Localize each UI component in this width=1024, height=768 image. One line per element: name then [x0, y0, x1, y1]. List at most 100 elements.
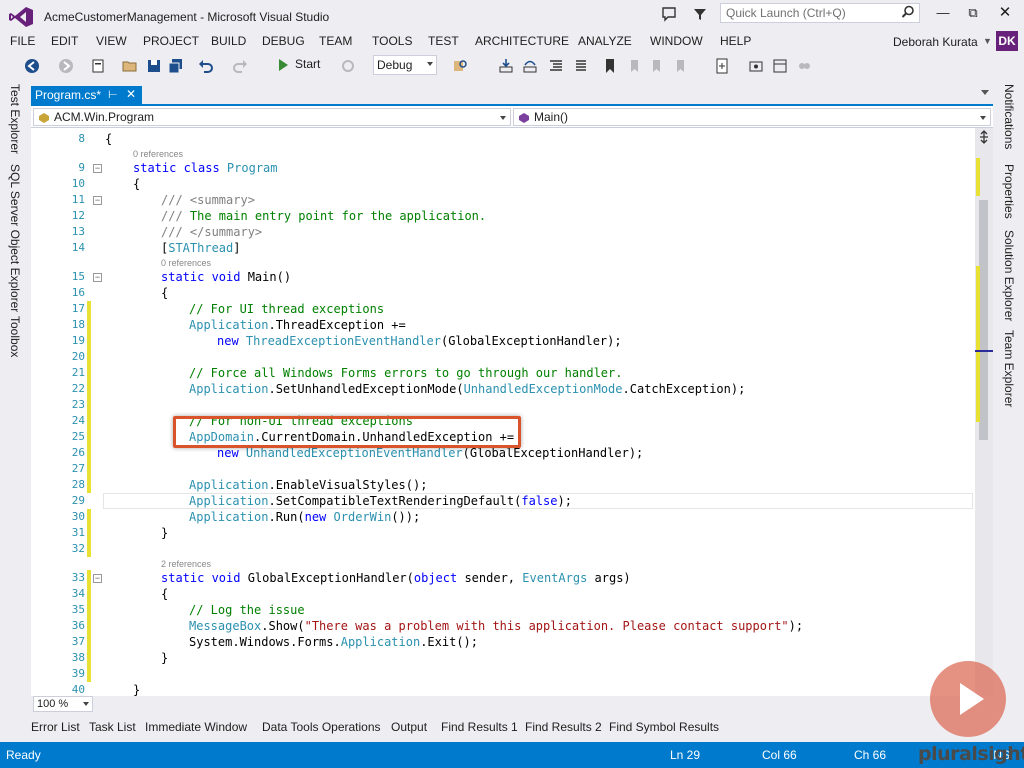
solution-configuration-select[interactable]: Debug	[373, 55, 437, 75]
restore-icon[interactable]: ⧉	[962, 4, 984, 22]
search-icon[interactable]	[901, 5, 915, 19]
next-bookmark-folder-icon[interactable]	[672, 58, 688, 74]
find-icon[interactable]	[452, 58, 468, 74]
change-marker	[976, 266, 980, 422]
user-name[interactable]: Deborah Kurata	[893, 35, 978, 49]
menu-file[interactable]: FILE	[10, 34, 35, 48]
class-dropdown[interactable]: ACM.Win.Program	[33, 108, 511, 126]
menu-help[interactable]: HELP	[720, 34, 751, 48]
tab-immediate-window[interactable]: Immediate Window	[145, 720, 247, 734]
split-icon[interactable]	[977, 130, 991, 144]
tab-find-symbol-results[interactable]: Find Symbol Results	[609, 720, 719, 734]
user-dropdown-icon[interactable]: ▼	[983, 36, 992, 46]
tab-error-list[interactable]: Error List	[31, 720, 80, 734]
document-outline-icon[interactable]	[714, 58, 730, 74]
close-tab-icon[interactable]: ✕	[126, 87, 136, 101]
menu-window[interactable]: WINDOW	[650, 34, 703, 48]
code-lens-references[interactable]: 2 references	[161, 559, 211, 569]
tab-program-cs[interactable]: Program.cs* ⊢ ✕	[31, 86, 142, 104]
avatar[interactable]: DK	[996, 31, 1018, 51]
prev-bookmark-icon[interactable]	[626, 58, 642, 74]
tab-toolbox[interactable]: Toolbox	[8, 316, 22, 357]
menu-bar: FILE EDIT VIEW PROJECT BUILD DEBUG TEAM …	[0, 32, 1024, 52]
feedback-icon[interactable]	[660, 5, 678, 23]
menu-debug[interactable]: DEBUG	[262, 34, 305, 48]
line-number: 25	[71, 430, 85, 443]
pin-icon[interactable]: ⊢	[108, 88, 118, 101]
tab-data-tools-operations[interactable]: Data Tools Operations	[262, 720, 381, 734]
tab-team-explorer[interactable]: Team Explorer	[1002, 330, 1016, 407]
tab-notifications[interactable]: Notifications	[1002, 84, 1016, 149]
redo-icon[interactable]	[232, 58, 248, 74]
format-document-icon[interactable]	[548, 58, 564, 74]
save-icon[interactable]	[146, 58, 162, 74]
tab-test-explorer[interactable]: Test Explorer	[8, 84, 22, 154]
tab-sql-server-object-explorer[interactable]: SQL Server Object Explorer	[8, 164, 22, 312]
code-lens-references[interactable]: 0 references	[161, 258, 211, 268]
extensions-icon[interactable]	[796, 58, 812, 74]
collapse-icon[interactable]: −	[93, 273, 102, 282]
step-into-icon[interactable]	[498, 58, 514, 74]
quick-launch-input[interactable]: Quick Launch (Ctrl+Q)	[720, 3, 920, 23]
open-folder-icon[interactable]	[122, 58, 138, 74]
menu-team[interactable]: TEAM	[319, 34, 352, 48]
step-over-icon[interactable]	[522, 58, 538, 74]
line-number: 38	[71, 651, 85, 664]
close-icon[interactable]: ✕	[994, 4, 1016, 22]
menu-project[interactable]: PROJECT	[143, 34, 199, 48]
code-editor[interactable]: 8 9 10 11 12 13 14 15 16 17 18 19 20 21 …	[31, 128, 975, 696]
refresh-icon[interactable]	[340, 58, 356, 74]
tab-solution-explorer[interactable]: Solution Explorer	[1002, 230, 1016, 321]
quick-launch-placeholder: Quick Launch (Ctrl+Q)	[726, 6, 846, 20]
code-line: /// The main entry point for the applica…	[161, 209, 487, 223]
menu-build[interactable]: BUILD	[211, 34, 246, 48]
line-number: 22	[71, 382, 85, 395]
forward-icon[interactable]	[58, 58, 74, 74]
code-line: MessageBox.Show("There was a problem wit…	[189, 619, 804, 633]
filter-icon[interactable]	[692, 6, 708, 22]
tab-output[interactable]: Output	[391, 720, 427, 734]
code-line: Application.SetCompatibleTextRenderingDe…	[189, 494, 572, 508]
tab-overflow-icon[interactable]	[981, 90, 989, 95]
new-project-icon[interactable]	[90, 58, 106, 74]
window-layout-icon[interactable]	[772, 58, 788, 74]
menu-view[interactable]: VIEW	[96, 34, 127, 48]
tab-properties[interactable]: Properties	[1002, 164, 1016, 219]
next-bookmark-icon[interactable]	[648, 58, 664, 74]
collapse-icon[interactable]: −	[93, 574, 102, 583]
code-line: Application.EnableVisualStyles();	[189, 478, 428, 492]
horizontal-scrollbar[interactable]: 100 %	[31, 696, 993, 712]
zoom-select[interactable]: 100 %	[33, 696, 93, 712]
start-button[interactable]: Start	[295, 57, 320, 71]
start-icon[interactable]	[279, 59, 288, 71]
chevron-down-icon	[83, 702, 89, 706]
window-title: AcmeCustomerManagement - Microsoft Visua…	[44, 10, 330, 24]
tab-find-results-1[interactable]: Find Results 1	[441, 720, 518, 734]
line-number: 39	[71, 667, 85, 680]
member-dropdown[interactable]: Main()	[513, 108, 991, 126]
collapse-icon[interactable]: −	[93, 164, 102, 173]
save-all-icon[interactable]	[168, 58, 184, 74]
scrollbar-thumb[interactable]	[979, 200, 988, 440]
menu-tools[interactable]: TOOLS	[372, 34, 412, 48]
code-lens-references[interactable]: 0 references	[133, 149, 183, 159]
tab-task-list[interactable]: Task List	[89, 720, 136, 734]
menu-analyze[interactable]: ANALYZE	[578, 34, 632, 48]
indicator-margin[interactable]	[31, 128, 49, 696]
line-number: 26	[71, 446, 85, 459]
tab-find-results-2[interactable]: Find Results 2	[525, 720, 602, 734]
minimize-icon[interactable]: —	[932, 4, 954, 22]
line-number: 18	[71, 318, 85, 331]
undo-icon[interactable]	[198, 58, 214, 74]
chevron-down-icon	[500, 116, 506, 120]
menu-architecture[interactable]: ARCHITECTURE	[475, 34, 569, 48]
menu-test[interactable]: TEST	[428, 34, 459, 48]
menu-edit[interactable]: EDIT	[51, 34, 78, 48]
attach-icon[interactable]	[748, 58, 764, 74]
back-icon[interactable]	[24, 58, 40, 74]
comment-out-icon[interactable]	[574, 58, 590, 74]
status-text: Ready	[6, 748, 41, 762]
collapse-icon[interactable]: −	[93, 196, 102, 205]
bookmark-icon[interactable]	[602, 58, 618, 74]
vertical-scrollbar[interactable]	[975, 128, 993, 696]
